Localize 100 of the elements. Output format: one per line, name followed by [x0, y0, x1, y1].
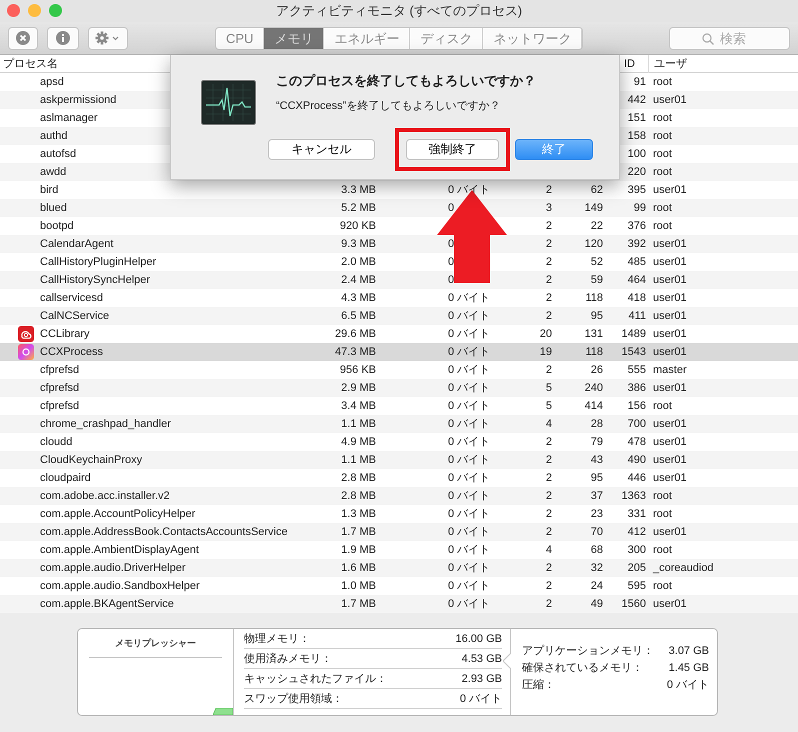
- process-name: chrome_crashpad_handler: [40, 417, 171, 432]
- table-cell: 5.2 MB: [341, 202, 376, 214]
- monitor-icon: [201, 80, 256, 125]
- table-cell: 2: [546, 274, 552, 286]
- info-button[interactable]: [47, 26, 79, 50]
- process-name: CCLibrary: [40, 327, 90, 342]
- table-cell: 595: [628, 580, 646, 592]
- table-cell: 2: [546, 490, 552, 502]
- process-name: aslmanager: [40, 111, 98, 126]
- dialog-button[interactable]: キャンセル: [268, 139, 375, 160]
- table-cell: 0 バイト: [448, 544, 490, 556]
- table-cell: 2: [546, 364, 552, 376]
- table-cell: root: [653, 400, 672, 412]
- table-cell: 464: [628, 274, 646, 286]
- table-cell: 442: [628, 94, 646, 106]
- table-cell: 1.7 MB: [341, 598, 376, 610]
- table-cell: 2: [546, 598, 552, 610]
- table-cell: 26: [590, 364, 603, 376]
- close-button[interactable]: [7, 4, 20, 17]
- process-name: CCXProcess: [40, 345, 103, 360]
- table-cell: user01: [653, 418, 687, 430]
- table-cell: user01: [653, 310, 687, 322]
- zoom-button[interactable]: [49, 4, 62, 17]
- table-cell: 0 バイト: [448, 292, 490, 304]
- process-name: com.apple.AddressBook.ContactsAccountsService: [40, 525, 288, 540]
- table-cell: 2: [546, 184, 552, 196]
- table-cell: 2: [546, 220, 552, 232]
- table-cell: 490: [628, 454, 646, 466]
- table-cell: 2.0 MB: [341, 256, 376, 268]
- table-cell: root: [653, 220, 672, 232]
- table-cell: 99: [634, 202, 646, 214]
- table-cell: 1.0 MB: [341, 580, 376, 592]
- table-cell: 392: [628, 238, 646, 250]
- view-tab[interactable]: メモリ: [264, 28, 324, 48]
- table-cell: 414: [584, 400, 603, 412]
- column-header[interactable]: ユーザ: [648, 55, 798, 73]
- table-cell: 0 バイト: [448, 310, 490, 322]
- table-cell: 68: [590, 544, 603, 556]
- table-cell: 2: [546, 292, 552, 304]
- view-tab[interactable]: エネルギー: [324, 28, 410, 48]
- table-cell: 411: [628, 310, 646, 322]
- process-name: cfprefsd: [40, 363, 80, 378]
- table-cell: 29.6 MB: [335, 328, 376, 340]
- table-cell: 120: [584, 238, 603, 250]
- table-cell: user01: [653, 94, 687, 106]
- table-cell: 0 バイト: [448, 382, 490, 394]
- process-name: authd: [40, 129, 68, 144]
- table-cell: user01: [653, 454, 687, 466]
- table-cell: 300: [628, 544, 646, 556]
- stop-process-button[interactable]: [8, 26, 38, 50]
- table-cell: 131: [584, 328, 603, 340]
- table-cell: user01: [653, 598, 687, 610]
- process-name: askpermissiond: [40, 93, 116, 108]
- process-name: com.apple.audio.DriverHelper: [40, 561, 186, 576]
- table-cell: 2.8 MB: [341, 472, 376, 484]
- table-cell: 2: [546, 508, 552, 520]
- table-cell: 0 バイト: [448, 562, 490, 574]
- view-tab[interactable]: ネットワーク: [483, 28, 582, 48]
- table-cell: 20: [540, 328, 552, 340]
- view-tab[interactable]: ディスク: [410, 28, 484, 48]
- stat-label: 使用済みメモリ：: [244, 652, 332, 667]
- table-cell: 205: [628, 562, 646, 574]
- table-cell: 2: [546, 256, 552, 268]
- table-cell: 62: [590, 184, 603, 196]
- settings-menu-button[interactable]: [88, 26, 128, 50]
- table-cell: 100: [628, 148, 646, 160]
- table-cell: 0 バイト: [448, 472, 490, 484]
- table-cell: 70: [590, 526, 603, 538]
- table-cell: 0 バイト: [448, 526, 490, 538]
- process-name: com.apple.BKAgentService: [40, 597, 174, 612]
- table-cell: 149: [584, 202, 603, 214]
- table-cell: 49: [590, 598, 603, 610]
- table-cell: 3.4 MB: [341, 400, 376, 412]
- table-cell: 1.6 MB: [341, 562, 376, 574]
- table-cell: 0 バイト: [448, 598, 490, 610]
- process-name: com.adobe.acc.installer.v2: [40, 489, 170, 504]
- table-cell: 22: [590, 220, 603, 232]
- section-title: メモリプレッシャー: [89, 637, 222, 658]
- dialog-button[interactable]: 終了: [515, 139, 593, 160]
- table-cell: 956 KB: [340, 364, 376, 376]
- dialog-button[interactable]: 強制終了: [406, 139, 499, 160]
- stat-value: 0 バイト: [460, 692, 502, 707]
- process-name: com.apple.AmbientDisplayAgent: [40, 543, 199, 558]
- table-cell: root: [653, 76, 672, 88]
- table-cell: 2: [546, 580, 552, 592]
- table-cell: 1489: [622, 328, 646, 340]
- table-cell: 2: [546, 436, 552, 448]
- table-cell: 220: [628, 166, 646, 178]
- table-cell: 3: [546, 202, 552, 214]
- window-title: アクティビティモニタ (すべてのプロセス): [276, 2, 522, 20]
- table-cell: 376: [628, 220, 646, 232]
- process-name: autofsd: [40, 147, 76, 162]
- dialog-message: “CCXProcess”を終了してもよろしいですか？: [276, 98, 502, 114]
- table-cell: 158: [628, 130, 646, 142]
- table-cell: 79: [590, 436, 603, 448]
- process-name: bird: [40, 183, 58, 198]
- table-cell: 4.9 MB: [341, 436, 376, 448]
- search-field[interactable]: 検索: [669, 26, 790, 50]
- table-cell: 412: [628, 526, 646, 538]
- table-cell: 59: [590, 274, 603, 286]
